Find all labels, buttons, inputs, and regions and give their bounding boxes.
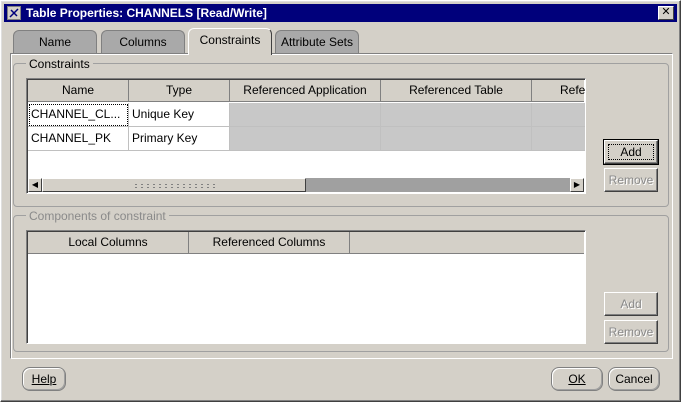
cell-constraint-name[interactable]: CHANNEL_CL... xyxy=(28,103,129,127)
table-row[interactable]: CHANNEL_CL... Unique Key xyxy=(28,103,585,127)
app-icon xyxy=(7,6,21,20)
cell-constraint-type[interactable]: Unique Key xyxy=(129,103,230,127)
cancel-button[interactable]: Cancel xyxy=(608,367,660,391)
ok-button[interactable]: OK xyxy=(551,367,603,391)
tab-attribute-sets[interactable]: Attribute Sets xyxy=(275,30,359,54)
scroll-left-icon[interactable]: ◀ xyxy=(28,178,42,192)
cell-referenced-columns[interactable] xyxy=(532,127,585,151)
scroll-right-icon[interactable]: ▶ xyxy=(570,178,584,192)
cell-referenced-application[interactable] xyxy=(230,127,381,151)
cancel-label: Cancel xyxy=(615,372,653,386)
close-icon[interactable]: ✕ xyxy=(658,6,674,20)
add-constraint-button[interactable]: Add xyxy=(603,139,659,165)
column-header-referenced-application[interactable]: Referenced Application xyxy=(230,80,381,102)
cell-referenced-application[interactable] xyxy=(230,103,381,127)
focus-ring xyxy=(608,144,654,160)
table-row[interactable]: CHANNEL_PK Primary Key xyxy=(28,127,585,151)
cell-referenced-table[interactable] xyxy=(381,103,532,127)
scrollbar-track[interactable] xyxy=(306,178,570,192)
column-header-referenced-truncated[interactable]: Refe xyxy=(532,80,585,102)
constraints-table-header: Name Type Referenced Application Referen… xyxy=(28,80,585,102)
cell-referenced-table[interactable] xyxy=(381,127,532,151)
remove-component-button[interactable]: Remove xyxy=(604,320,658,344)
help-label: Help xyxy=(31,372,57,386)
column-header-referenced-columns[interactable]: Referenced Columns xyxy=(189,232,350,254)
horizontal-scrollbar[interactable]: ◀ ▶ xyxy=(28,178,584,192)
column-header-referenced-table[interactable]: Referenced Table xyxy=(381,80,532,102)
column-header-local-columns[interactable]: Local Columns xyxy=(28,232,189,254)
cell-constraint-name[interactable]: CHANNEL_PK xyxy=(28,127,129,151)
add-component-button[interactable]: Add xyxy=(604,292,658,316)
components-table: Local Columns Referenced Columns xyxy=(26,230,586,344)
scrollbar-grip xyxy=(133,183,217,188)
tab-name[interactable]: Name xyxy=(13,30,97,54)
window-title: Table Properties: CHANNELS [Read/Write] xyxy=(26,6,267,20)
components-group-label: Components of constraint xyxy=(26,209,169,223)
cell-referenced-columns[interactable] xyxy=(532,103,585,127)
constraints-tab-panel: Constraints Name Type Referenced Applica… xyxy=(10,53,673,359)
constraints-table: Name Type Referenced Application Referen… xyxy=(26,78,586,194)
ok-label: OK xyxy=(568,372,586,386)
column-header-name[interactable]: Name xyxy=(28,80,129,102)
cell-constraint-type[interactable]: Primary Key xyxy=(129,127,230,151)
title-bar: Table Properties: CHANNELS [Read/Write] … xyxy=(4,4,677,22)
table-properties-window: Table Properties: CHANNELS [Read/Write] … xyxy=(0,0,681,402)
constraints-group-label: Constraints xyxy=(26,57,93,71)
components-table-header: Local Columns Referenced Columns xyxy=(28,232,584,254)
tab-columns[interactable]: Columns xyxy=(101,30,185,54)
remove-constraint-button[interactable]: Remove xyxy=(604,168,658,192)
tab-constraints[interactable]: Constraints xyxy=(188,28,272,55)
column-header-type[interactable]: Type xyxy=(129,80,230,102)
scrollbar-thumb[interactable] xyxy=(42,178,306,192)
help-button[interactable]: Help xyxy=(22,367,66,391)
